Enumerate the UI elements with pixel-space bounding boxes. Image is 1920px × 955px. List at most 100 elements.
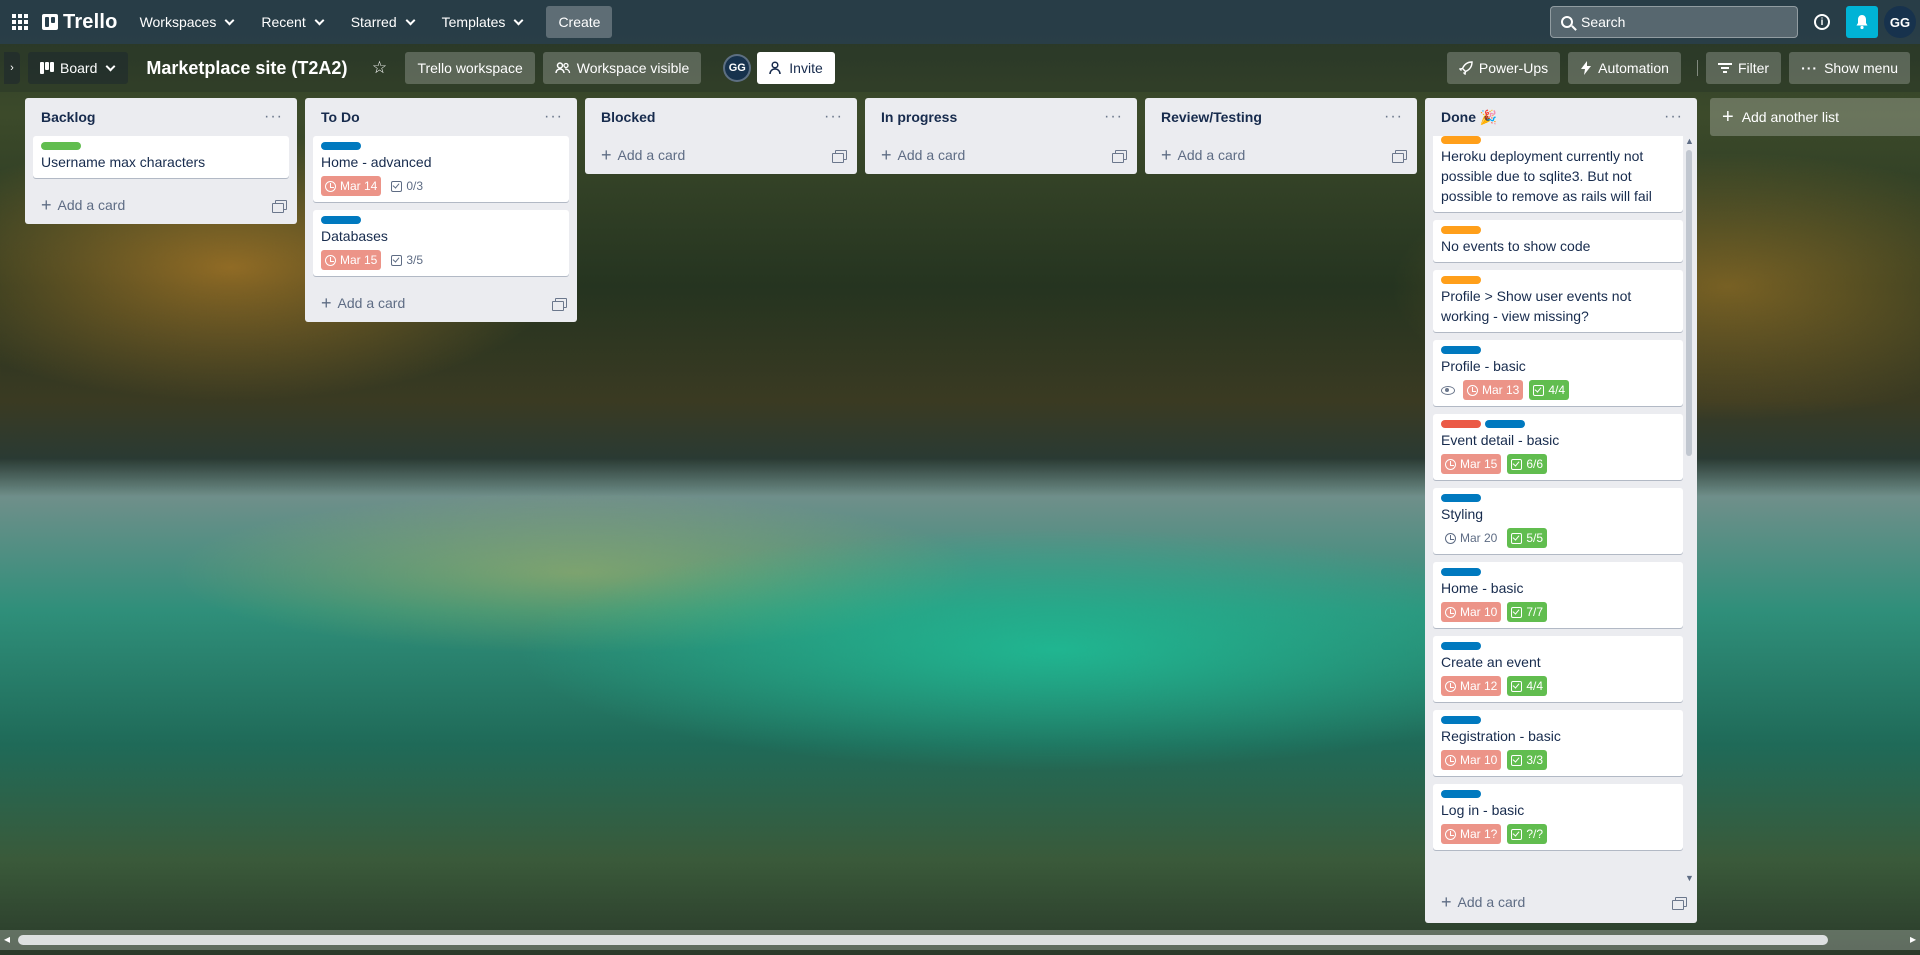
checklist-icon — [1511, 532, 1523, 544]
card-template-icon[interactable] — [552, 298, 567, 311]
card-label[interactable] — [1441, 494, 1481, 502]
scroll-up-icon[interactable]: ▲ — [1685, 136, 1694, 146]
visibility-label: Workspace visible — [576, 60, 690, 76]
card-template-icon[interactable] — [1112, 150, 1127, 163]
scroll-left-icon[interactable]: ◂ — [4, 932, 10, 946]
member-avatar[interactable]: GG — [723, 54, 752, 82]
app-switcher-icon[interactable] — [4, 6, 36, 38]
card[interactable]: Log in - basic Mar 1? ?/? — [1433, 784, 1683, 850]
card-template-icon[interactable] — [832, 150, 847, 163]
due-date-badge[interactable]: Mar 13 — [1463, 380, 1524, 400]
card-title: Registration - basic — [1441, 728, 1561, 744]
list-menu-icon[interactable]: ··· — [1098, 108, 1129, 126]
card[interactable]: Databases Mar 15 3/5 — [313, 210, 569, 276]
card[interactable]: Username max characters — [33, 136, 289, 178]
list-scrollbar[interactable]: ▲ ▼ — [1685, 136, 1694, 883]
nav-recent[interactable]: Recent — [249, 6, 336, 38]
card-badges: Mar 12 4/4 — [1441, 674, 1675, 698]
add-card-button[interactable]: + Add a card — [595, 146, 685, 164]
card[interactable]: Registration - basic Mar 10 3/3 — [1433, 710, 1683, 776]
done-card-scroll-area[interactable]: Heroku deployment currently not possible… — [1425, 136, 1697, 883]
list-title[interactable]: To Do — [321, 109, 360, 125]
automation-button[interactable]: Automation — [1568, 52, 1681, 84]
nav-templates[interactable]: Templates — [430, 6, 537, 38]
scrollbar-thumb[interactable] — [1686, 150, 1692, 456]
card[interactable]: Heroku deployment currently not possible… — [1433, 136, 1683, 212]
card-label[interactable] — [1441, 226, 1481, 234]
horizontal-scrollbar-thumb[interactable] — [18, 935, 1828, 945]
list-title[interactable]: Backlog — [41, 109, 95, 125]
due-date-badge[interactable]: Mar 12 — [1441, 676, 1502, 696]
powerups-button[interactable]: Power-Ups — [1446, 52, 1561, 84]
list-title[interactable]: Blocked — [601, 109, 655, 125]
create-button[interactable]: Create — [546, 6, 613, 38]
list-title[interactable]: In progress — [881, 109, 957, 125]
card-label[interactable] — [1441, 276, 1481, 284]
card[interactable]: Create an event Mar 12 4/4 — [1433, 636, 1683, 702]
due-date-badge[interactable]: Mar 20 — [1441, 528, 1501, 548]
due-date-badge[interactable]: Mar 10 — [1441, 602, 1502, 622]
scroll-right-icon[interactable]: ▸ — [1910, 932, 1916, 946]
nav-label: Templates — [441, 14, 506, 30]
card-template-icon[interactable] — [1392, 150, 1407, 163]
due-date-badge[interactable]: Mar 14 — [321, 176, 382, 196]
card-label[interactable] — [321, 142, 361, 150]
card-label[interactable] — [321, 216, 361, 224]
card[interactable]: No events to show code — [1433, 220, 1683, 262]
card-badges: Mar 15 6/6 — [1441, 452, 1675, 476]
list-title[interactable]: Done 🎉 — [1441, 109, 1497, 126]
due-date-badge[interactable]: Mar 15 — [321, 250, 382, 270]
card[interactable]: Home - basic Mar 10 7/7 — [1433, 562, 1683, 628]
card-template-icon[interactable] — [272, 200, 287, 213]
list-title[interactable]: Review/Testing — [1161, 109, 1262, 125]
list-menu-icon[interactable]: ··· — [1658, 108, 1689, 126]
board-view-switcher[interactable]: Board — [28, 52, 129, 84]
card[interactable]: Profile > Show user events not working -… — [1433, 270, 1683, 332]
list-menu-icon[interactable]: ··· — [1378, 108, 1409, 126]
workspace-button[interactable]: Trello workspace — [405, 52, 535, 84]
nav-starred[interactable]: Starred — [339, 6, 428, 38]
card[interactable]: Profile - basic Mar 13 4/4 — [1433, 340, 1683, 406]
visibility-button[interactable]: Workspace visible — [542, 52, 702, 84]
card[interactable]: Styling Mar 20 5/5 — [1433, 488, 1683, 554]
card-label[interactable] — [1441, 790, 1481, 798]
notifications-button[interactable] — [1846, 6, 1878, 38]
show-menu-button[interactable]: ··· Show menu — [1789, 52, 1910, 84]
due-date-badge[interactable]: Mar 1? — [1441, 824, 1502, 844]
list-menu-icon[interactable]: ··· — [818, 108, 849, 126]
add-another-list-button[interactable]: + Add another list — [1710, 98, 1920, 136]
add-card-button[interactable]: + Add a card — [315, 294, 405, 312]
add-card-button[interactable]: + Add a card — [1155, 146, 1245, 164]
card[interactable]: Event detail - basic Mar 15 6/6 — [1433, 414, 1683, 480]
card-label[interactable] — [41, 142, 81, 150]
trello-logo[interactable]: Trello — [42, 11, 118, 34]
sidebar-expand-chevron-icon[interactable]: › — [4, 52, 20, 84]
due-date-badge[interactable]: Mar 15 — [1441, 454, 1502, 474]
board-title[interactable]: Marketplace site (T2A2) — [136, 52, 357, 84]
invite-button[interactable]: Invite — [757, 52, 835, 84]
add-card-button[interactable]: + Add a card — [35, 196, 125, 214]
card-label[interactable] — [1441, 420, 1481, 428]
horizontal-scrollbar[interactable]: ◂ ▸ — [0, 930, 1920, 950]
card-label[interactable] — [1441, 136, 1481, 144]
card-label[interactable] — [1441, 642, 1481, 650]
card-template-icon[interactable] — [1672, 897, 1687, 910]
scroll-down-icon[interactable]: ▼ — [1685, 873, 1694, 883]
info-icon[interactable]: i — [1814, 14, 1830, 30]
due-date-badge[interactable]: Mar 10 — [1441, 750, 1502, 770]
add-card-button[interactable]: + Add a card — [1435, 893, 1525, 911]
nav-workspaces[interactable]: Workspaces — [128, 6, 248, 38]
card[interactable]: Home - advanced Mar 14 0/3 — [313, 136, 569, 202]
search-input[interactable]: Search — [1550, 6, 1798, 38]
user-avatar[interactable]: GG — [1884, 6, 1916, 38]
list-menu-icon[interactable]: ··· — [258, 108, 289, 126]
filter-button[interactable]: Filter — [1705, 52, 1782, 84]
card-label[interactable] — [1441, 716, 1481, 724]
list-menu-icon[interactable]: ··· — [538, 108, 569, 126]
checklist-count: 4/4 — [1548, 383, 1566, 397]
card-label[interactable] — [1485, 420, 1525, 428]
add-card-button[interactable]: + Add a card — [875, 146, 965, 164]
star-icon[interactable]: ☆ — [363, 52, 395, 84]
card-label[interactable] — [1441, 346, 1481, 354]
card-label[interactable] — [1441, 568, 1481, 576]
